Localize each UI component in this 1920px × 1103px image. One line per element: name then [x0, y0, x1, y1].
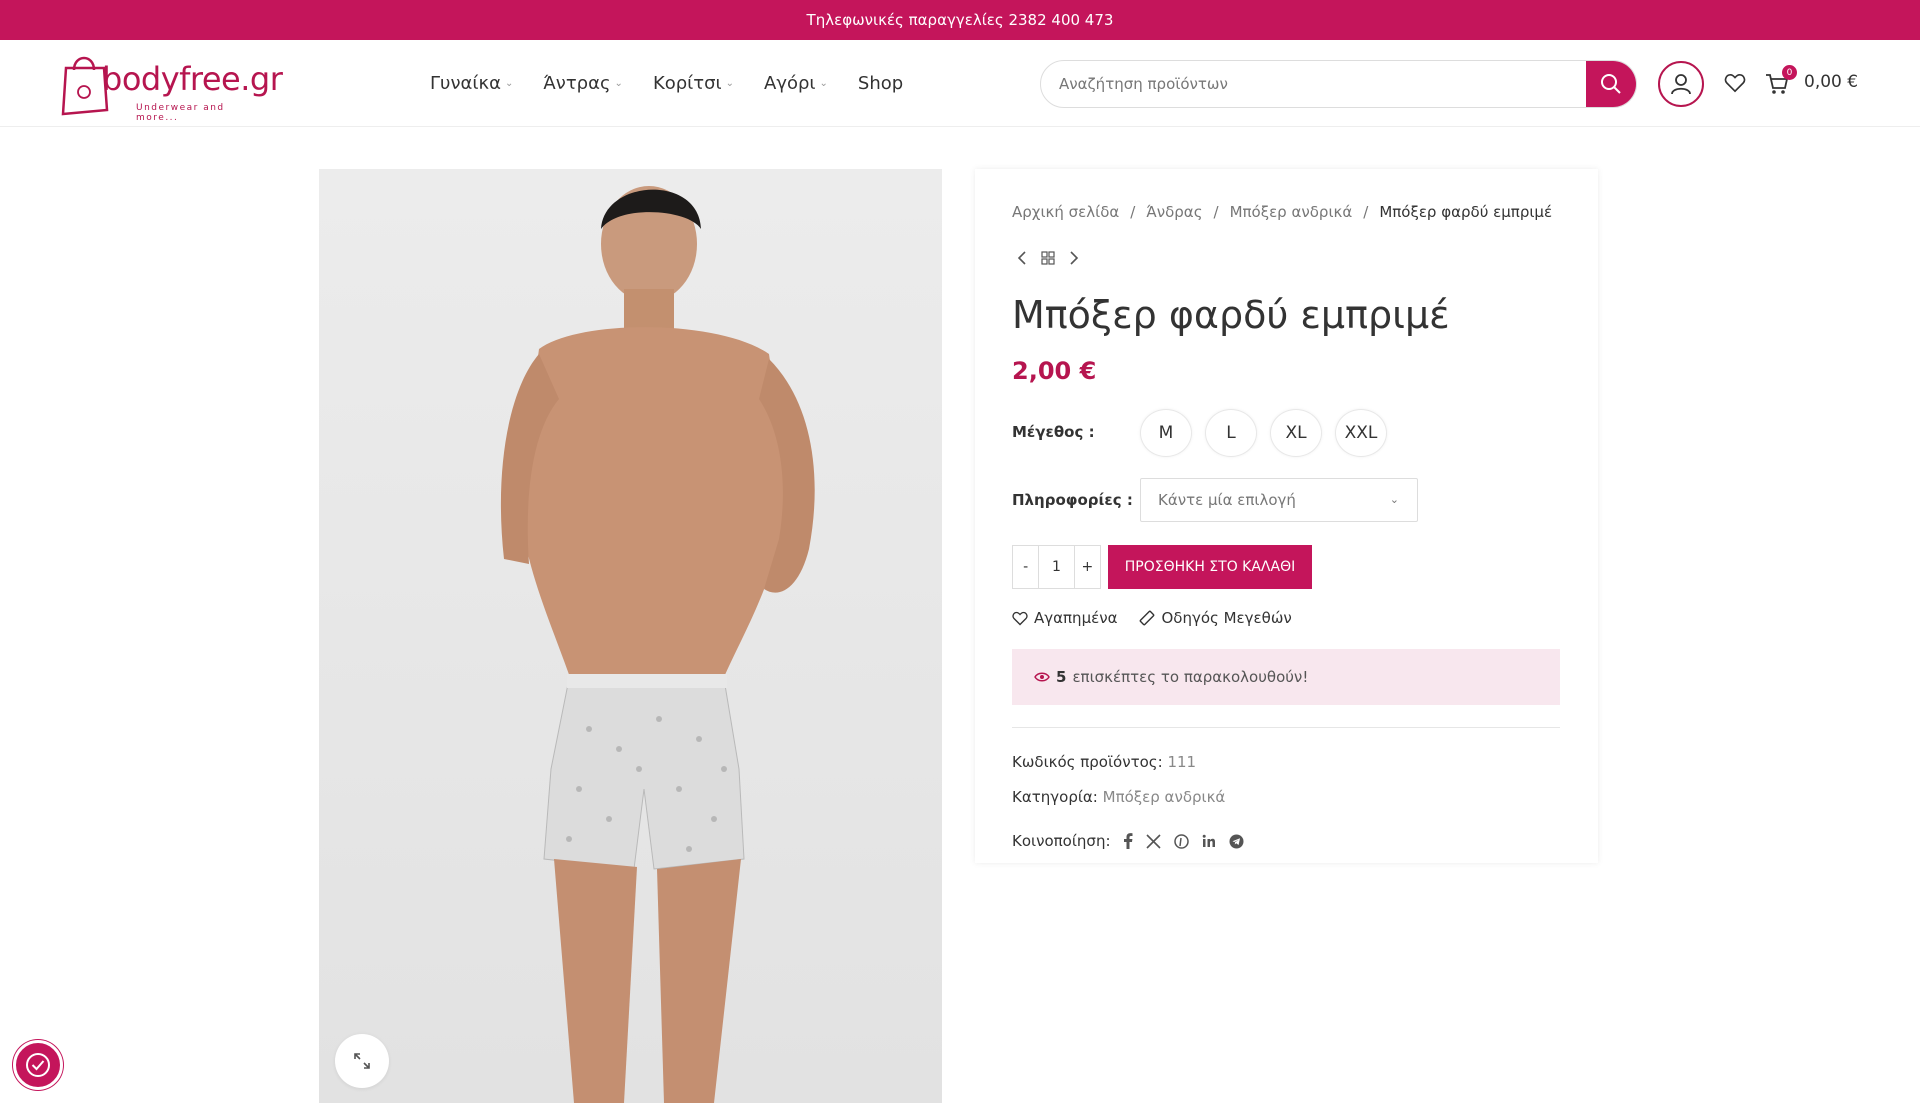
ruler-icon — [1140, 610, 1155, 626]
search-button[interactable] — [1586, 61, 1636, 107]
product-sku: Κωδικός προϊόντος: 111 — [1012, 753, 1196, 771]
chevron-down-icon: ⌄ — [725, 78, 734, 89]
category-link[interactable]: Μπόξερ ανδρικά — [1103, 788, 1226, 806]
size-label: Μέγεθος : — [1012, 423, 1095, 441]
info-select-value: Κάντε μία επιλογή — [1158, 491, 1296, 509]
nav-item-shop[interactable]: Shop — [858, 73, 903, 94]
add-to-cart-button[interactable]: ΠΡΟΣΘΗΚΗ ΣΤΟ ΚΑΛΑΘΙ — [1108, 545, 1312, 589]
category-label: Κατηγορία: — [1012, 788, 1098, 806]
chevron-down-icon: ⌄ — [504, 78, 514, 89]
share-label: Κοινοποίηση: — [1012, 832, 1111, 850]
heart-icon — [1724, 73, 1746, 93]
breadcrumb-separator: / — [1130, 203, 1136, 221]
breadcrumb-men[interactable]: Άνδρας — [1146, 203, 1202, 221]
cart-button[interactable]: 0 — [1764, 65, 1797, 98]
visitors-count: 5 — [1056, 668, 1067, 686]
nav-label: Άντρας — [543, 73, 611, 94]
logo-brand-text: bodyfree.gr — [102, 60, 283, 98]
nav-label: Αγόρι — [764, 73, 816, 94]
product-search — [1040, 60, 1637, 108]
add-to-wishlist-link[interactable]: Αγαπημένα — [1012, 609, 1117, 627]
size-option-l[interactable]: L — [1205, 409, 1257, 457]
product-category: Κατηγορία: Μπόξερ ανδρικά — [1012, 788, 1225, 806]
nav-item-men[interactable]: Άντρας ⌄ — [543, 73, 623, 94]
sku-value: 111 — [1167, 753, 1197, 771]
product-price: 2,00 € — [1012, 357, 1097, 385]
nav-label: Κορίτσι — [652, 73, 722, 94]
size-option-m[interactable]: M — [1140, 409, 1192, 457]
breadcrumb-home[interactable]: Αρχική σελίδα — [1012, 203, 1119, 221]
product-summary: Αρχική σελίδα / Άνδρας / Μπόξερ ανδρικά … — [975, 169, 1598, 863]
cookie-consent-button[interactable] — [13, 1040, 63, 1090]
cookie-check-icon — [26, 1053, 50, 1077]
account-button[interactable] — [1658, 61, 1704, 107]
telegram-icon[interactable] — [1229, 834, 1244, 849]
pinterest-icon[interactable] — [1173, 833, 1189, 849]
user-icon — [1671, 74, 1691, 95]
breadcrumb-separator: / — [1213, 203, 1219, 221]
breadcrumb: Αρχική σελίδα / Άνδρας / Μπόξερ ανδρικά … — [1012, 203, 1552, 221]
wishlist-button[interactable] — [1722, 70, 1748, 96]
site-header: bodyfree.gr Underwear and more... Γυναίκ… — [0, 40, 1920, 127]
size-option-xl[interactable]: XL — [1270, 409, 1322, 457]
quantity-stepper: - 1 + — [1012, 545, 1101, 589]
nav-item-boy[interactable]: Αγόρι ⌄ — [764, 73, 828, 94]
zoom-button[interactable] — [335, 1034, 389, 1088]
info-select[interactable]: Κάντε μία επιλογή ⌄ — [1140, 478, 1418, 522]
site-logo[interactable]: bodyfree.gr Underwear and more... — [60, 48, 283, 123]
main-navigation: Γυναίκα ⌄ Άντρας ⌄ Κορίτσι ⌄ Αγόρι ⌄ Sho… — [430, 40, 933, 127]
share-row: Κοινοποίηση: — [1012, 832, 1244, 850]
facebook-icon[interactable] — [1123, 833, 1133, 849]
search-input[interactable] — [1041, 61, 1589, 107]
grid-icon[interactable] — [1041, 251, 1055, 265]
breadcrumb-separator: / — [1363, 203, 1369, 221]
chevron-down-icon: ⌄ — [819, 78, 828, 89]
size-swatches: M L XL XXL — [1140, 409, 1387, 457]
info-label: Πληροφορίες : — [1012, 491, 1133, 509]
visitors-text: επισκέπτες το παρακολουθούν! — [1072, 668, 1309, 686]
product-actions: Αγαπημένα Οδηγός Μεγεθών — [1012, 609, 1292, 627]
eye-icon — [1034, 672, 1050, 682]
product-image[interactable] — [319, 169, 942, 1103]
qty-increase-button[interactable]: + — [1075, 546, 1100, 588]
wishlist-label: Αγαπημένα — [1034, 609, 1118, 627]
nav-item-women[interactable]: Γυναίκα ⌄ — [430, 73, 513, 94]
size-guide-link[interactable]: Οδηγός Μεγεθών — [1139, 609, 1292, 627]
heart-icon — [1012, 611, 1028, 625]
expand-icon — [354, 1053, 370, 1069]
product-title: Μπόξερ φαρδύ εμπριμέ — [1012, 293, 1450, 337]
breadcrumb-current: Μπόξερ φαρδύ εμπριμέ — [1379, 203, 1553, 221]
chevron-left-icon[interactable] — [1017, 251, 1027, 265]
cart-total[interactable]: 0,00 € — [1804, 72, 1858, 92]
cart-count-badge: 0 — [1782, 65, 1797, 80]
phone-orders-text: Τηλεφωνικές παραγγελίες 2382 400 473 — [806, 11, 1114, 29]
qty-input[interactable]: 1 — [1038, 546, 1075, 588]
top-announcement-bar: Τηλεφωνικές παραγγελίες 2382 400 473 — [0, 0, 1920, 40]
divider — [1012, 727, 1560, 728]
x-twitter-icon[interactable] — [1145, 833, 1161, 849]
search-icon — [1601, 74, 1621, 94]
product-photo-figure — [500, 186, 815, 1103]
nav-label: Γυναίκα — [430, 73, 501, 94]
nav-label: Shop — [857, 73, 904, 94]
logo-tagline: Underwear and more... — [136, 103, 225, 123]
linkedin-icon[interactable] — [1202, 834, 1216, 848]
qty-decrease-button[interactable]: - — [1013, 546, 1038, 588]
visitors-watching-notice: 5 επισκέπτες το παρακολουθούν! — [1012, 649, 1560, 705]
nav-item-girl[interactable]: Κορίτσι ⌄ — [653, 73, 734, 94]
chevron-down-icon: ⌄ — [614, 78, 623, 89]
product-navigation — [1017, 251, 1079, 265]
breadcrumb-category[interactable]: Μπόξερ ανδρικά — [1230, 203, 1353, 221]
chevron-right-icon[interactable] — [1069, 251, 1079, 265]
sku-label: Κωδικός προϊόντος: — [1012, 753, 1163, 771]
size-guide-label: Οδηγός Μεγεθών — [1161, 609, 1292, 627]
chevron-down-icon: ⌄ — [1389, 493, 1399, 506]
size-option-xxl[interactable]: XXL — [1335, 409, 1387, 457]
